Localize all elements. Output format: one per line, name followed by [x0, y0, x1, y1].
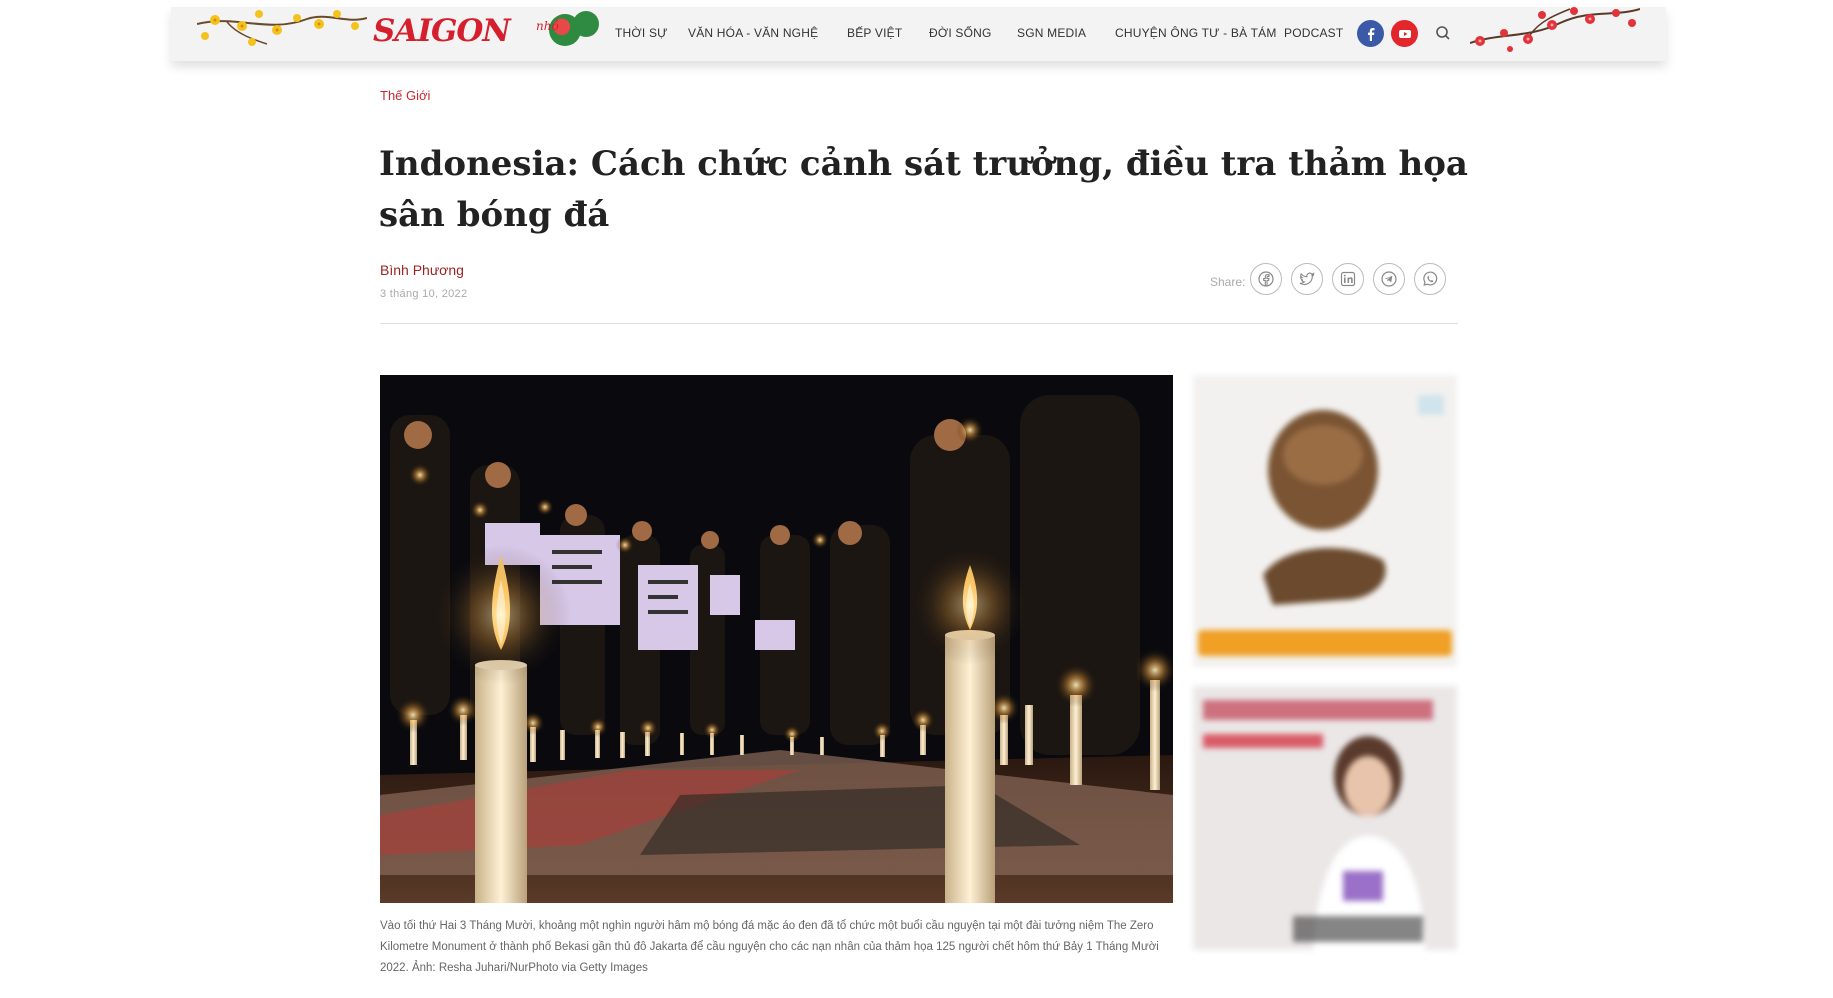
nav-bep-viet[interactable]: BẾP VIỆT — [847, 26, 902, 40]
ad-product-image — [1193, 375, 1457, 667]
facebook-icon — [1258, 271, 1274, 287]
youtube-icon[interactable] — [1391, 20, 1418, 47]
article-author[interactable]: Bình Phương — [380, 262, 464, 278]
twitter-icon — [1299, 272, 1315, 285]
nav-doi-song[interactable]: ĐỜI SỐNG — [929, 26, 992, 40]
peach-blossom-decoration — [1470, 7, 1640, 52]
share-telegram-button[interactable] — [1373, 263, 1405, 295]
article-category[interactable]: Thế Giới — [380, 88, 430, 103]
article-date: 3 tháng 10, 2022 — [380, 288, 468, 300]
whatsapp-icon — [1423, 271, 1438, 286]
image-caption: Vào tối thứ Hai 3 Tháng Mười, khoảng một… — [380, 920, 1159, 974]
apricot-blossom-decoration — [197, 10, 367, 46]
facebook-icon[interactable] — [1357, 20, 1384, 47]
candlelight-vigil-photo — [380, 375, 1173, 903]
nav-sgn-media[interactable]: SGN MEDIA — [1017, 26, 1086, 40]
search-icon[interactable] — [1434, 24, 1452, 42]
logo-text: SAIGON — [373, 13, 511, 49]
linkedin-icon — [1340, 271, 1356, 287]
site-logo[interactable]: SAIGON nhỏ — [373, 11, 603, 53]
telegram-icon — [1381, 271, 1397, 287]
share-facebook-button[interactable] — [1250, 263, 1282, 295]
article-hero-image[interactable] — [380, 375, 1173, 903]
logo-subtext: nhỏ — [536, 19, 559, 33]
nav-podcast[interactable]: PODCAST — [1284, 26, 1343, 40]
sidebar-ad-promo[interactable] — [1193, 686, 1457, 950]
share-twitter-button[interactable] — [1291, 263, 1323, 295]
share-linkedin-button[interactable] — [1332, 263, 1364, 295]
nav-thoi-su[interactable]: THỜI SỰ — [615, 26, 668, 40]
ad-promo-image — [1193, 686, 1457, 950]
nav-chuyen-ong-tu[interactable]: CHUYỆN ÔNG TƯ - BÀ TÁM — [1115, 26, 1277, 40]
article-title: Indonesia: Cách chức cảnh sát trưởng, đi… — [379, 144, 1468, 235]
share-label: Share: — [1210, 275, 1246, 289]
share-whatsapp-button[interactable] — [1414, 263, 1446, 295]
header-divider — [380, 323, 1458, 324]
nav-van-hoa[interactable]: VĂN HÓA - VĂN NGHỆ — [688, 26, 818, 40]
sidebar-ad-banner[interactable] — [1193, 375, 1457, 667]
